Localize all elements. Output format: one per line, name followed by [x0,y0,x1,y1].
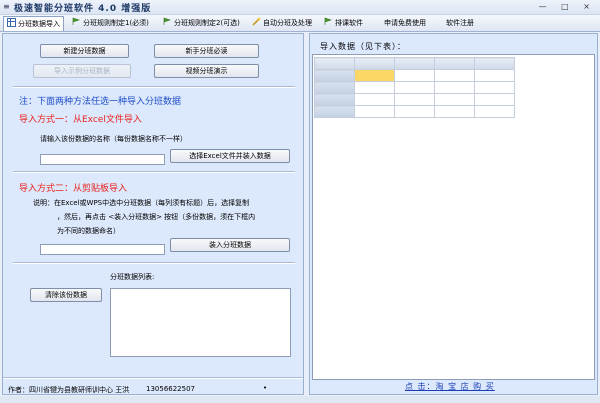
grid-cell[interactable] [474,81,515,94]
grid-cell[interactable] [434,105,475,118]
preview-title: 导入数据（见下表）： [320,42,406,51]
grid-cell[interactable] [394,69,435,82]
grid-row-header[interactable] [314,81,355,94]
wand-icon [252,17,261,26]
status-bar [0,396,600,403]
app-icon: ≡ [3,2,10,11]
tab-auto-assign[interactable]: 自动分班及处理 [252,16,312,30]
method2-desc-line2: ，然后，再点击 <装入分班数据> 按钮（多份数据，须在下框内 [57,213,256,221]
beginner-guide-button[interactable]: 新手分班必读 [154,44,259,58]
author-text: 作者：四川省犍为县教研师训中心 王洪 [8,386,130,394]
method2-title: 导入方式二：从剪贴板导入 [19,184,128,194]
grid-cell[interactable] [354,93,395,106]
divider [13,262,295,264]
grid-row [314,69,515,82]
flag-icon [324,17,333,26]
data-list-label: 分班数据列表: [110,273,155,281]
video-demo-button[interactable]: 视频分班演示 [154,64,259,78]
method1-prompt: 请输入该份数据的名称（每份数据名称不一样） [40,135,187,143]
method1-name-input[interactable] [40,154,165,165]
phone-text: 13056622507 [146,385,195,393]
grid-cell[interactable] [434,69,475,82]
grid-cell[interactable] [394,81,435,94]
grid-col-header[interactable] [434,57,475,70]
select-excel-button[interactable]: 选择Excel文件并装入数据 [170,149,290,163]
divider [3,377,303,379]
method2-name-input[interactable] [40,244,165,255]
data-grid[interactable] [314,57,515,118]
grid-cell[interactable] [354,81,395,94]
data-grid-container[interactable] [312,54,595,380]
data-list-box[interactable] [110,288,291,357]
grid-col-header[interactable] [354,57,395,70]
title-bar: ≡ 极速智能分班软件 4.0 增强版 — □ × [0,0,600,15]
grid-row [314,81,515,94]
grid-cell[interactable] [434,93,475,106]
flag-icon [72,17,81,26]
window-title: 极速智能分班软件 4.0 增强版 [14,4,152,14]
tab-bar: 分班数据导入 分班规则制定1(必须) 分班规则制定2(可选) 自动分班及处理 排… [0,15,600,32]
grid-row-header[interactable] [314,69,355,82]
sample-data-button[interactable]: 导入示例分班数据 [33,64,131,78]
import-preview-panel: 导入数据（见下表）： 点 击：淘 宝 店 购 买 [309,33,598,395]
grid-row-header[interactable] [314,105,355,118]
tab-scheduling[interactable]: 排课软件 [324,16,363,30]
grid-cell[interactable] [394,105,435,118]
divider [13,171,295,173]
load-clipboard-button[interactable]: 装入分班数据 [170,238,290,252]
grid-cell[interactable] [474,105,515,118]
grid-row-header[interactable] [314,93,355,106]
grid-cell[interactable] [474,93,515,106]
grid-icon [7,18,16,27]
method2-desc-line3: 为不同的数据命名） [57,227,120,235]
tab-data-import[interactable]: 分班数据导入 [3,16,64,31]
grid-cell[interactable] [394,93,435,106]
status-dot: • [263,384,268,392]
grid-header-row [314,57,515,70]
clear-data-button[interactable]: 清除该份数据 [30,288,102,302]
grid-corner[interactable] [314,57,355,70]
tab-free-trial[interactable]: 申请免费使用 [384,16,426,30]
window-controls[interactable]: — □ × [539,2,596,11]
tab-rules-1[interactable]: 分班规则制定1(必须) [72,16,149,30]
divider [13,86,295,88]
grid-col-header[interactable] [474,57,515,70]
tab-register[interactable]: 软件注册 [446,16,474,30]
method1-title: 导入方式一：从Excel文件导入 [19,115,142,125]
flag-icon [163,17,172,26]
grid-col-header[interactable] [394,57,435,70]
grid-cell[interactable] [354,105,395,118]
grid-row [314,105,515,118]
grid-cell[interactable] [434,81,475,94]
grid-cell-selected[interactable] [354,69,395,82]
taobao-link[interactable]: 点 击：淘 宝 店 购 买 [405,381,495,392]
tab-rules-2[interactable]: 分班规则制定2(可选) [163,16,240,30]
grid-cell[interactable] [474,69,515,82]
method2-desc-line1: 说明：在Excel或WPS中选中分班数据（每列须有标题）后，选择复制 [33,199,250,207]
grid-row [314,93,515,106]
new-data-button[interactable]: 新建分班数据 [40,44,129,58]
notice-text: 注：下面两种方法任选一种导入分班数据 [19,97,182,107]
import-controls-panel: 新建分班数据 新手分班必读 导入示例分班数据 视频分班演示 注：下面两种方法任选… [2,33,304,395]
